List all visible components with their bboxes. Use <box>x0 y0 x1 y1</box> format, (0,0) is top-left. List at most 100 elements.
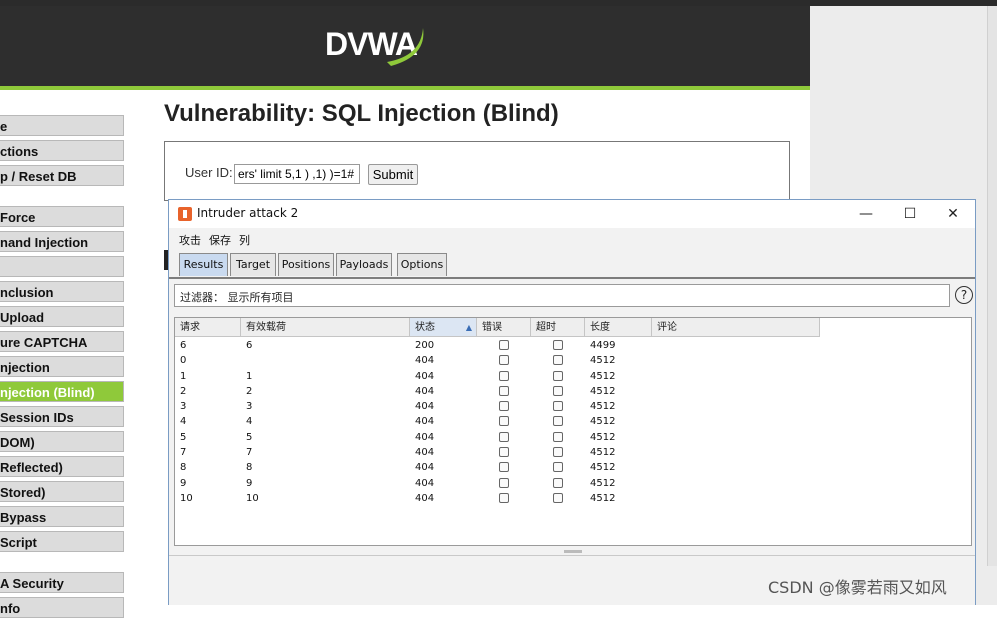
cell-request: 7 <box>180 447 187 459</box>
burp-app-icon <box>178 207 192 221</box>
timeout-checkbox <box>553 385 563 396</box>
user-id-label: User ID: <box>185 165 233 180</box>
tab-positions[interactable]: Positions <box>278 253 334 276</box>
timeout-checkbox <box>553 416 563 427</box>
col-length[interactable]: 长度 <box>585 318 652 337</box>
sidebar-item[interactable]: Stored) <box>0 481 124 502</box>
table-row[interactable]: 0 404 4512 <box>175 353 820 369</box>
sidebar-item[interactable]: Reflected) <box>0 456 124 477</box>
cell-payload: 5 <box>246 431 253 443</box>
error-checkbox <box>499 492 509 503</box>
cell-length: 4512 <box>590 416 616 428</box>
sidebar-item[interactable] <box>0 256 124 277</box>
minimize-icon[interactable]: — <box>856 204 876 224</box>
filter-bar[interactable]: 过滤器： 显示所有项目 <box>174 284 950 307</box>
error-checkbox <box>499 370 509 381</box>
window-titlebar[interactable]: Intruder attack 2 — ☐ ✕ <box>169 200 975 228</box>
sidebar-item[interactable]: njection <box>0 356 124 377</box>
cell-request: 6 <box>180 340 187 351</box>
sqli-form: User ID: Submit <box>164 141 790 201</box>
col-request[interactable]: 请求 <box>175 318 241 337</box>
submit-button[interactable]: Submit <box>368 164 418 185</box>
error-checkbox <box>499 355 509 366</box>
sidebar-item[interactable]: p / Reset DB <box>0 165 124 186</box>
sidebar-item[interactable]: Bypass <box>0 506 124 527</box>
col-status[interactable]: 状态 ▲ <box>410 318 477 337</box>
cell-status: 404 <box>415 477 435 489</box>
sidebar-item[interactable]: Script <box>0 531 124 552</box>
cell-length: 4512 <box>590 477 616 489</box>
timeout-checkbox <box>553 401 563 412</box>
col-error[interactable]: 错误 <box>477 318 531 337</box>
tab-target[interactable]: Target <box>230 253 276 276</box>
menu-columns[interactable]: 列 <box>239 232 250 248</box>
timeout-checkbox <box>553 431 563 442</box>
error-checkbox <box>499 431 509 442</box>
help-icon[interactable]: ? <box>955 286 973 304</box>
table-row[interactable]: 4 4 404 4512 <box>175 414 820 430</box>
sidebar-item[interactable]: Session IDs <box>0 406 124 427</box>
dvwa-logo: DVWA <box>325 16 424 72</box>
table-row[interactable]: 1 1 404 4512 <box>175 368 820 384</box>
table-row[interactable]: 5 5 404 4512 <box>175 429 820 446</box>
cell-length: 4512 <box>590 447 616 459</box>
cell-length: 4512 <box>590 431 616 443</box>
error-checkbox <box>499 340 509 350</box>
timeout-checkbox <box>553 370 563 381</box>
error-checkbox <box>499 401 509 412</box>
sidebar-item[interactable]: nfo <box>0 597 124 618</box>
timeout-checkbox <box>553 477 563 488</box>
cell-payload: 7 <box>246 447 253 459</box>
tab-divider <box>169 277 975 279</box>
table-row[interactable]: 6 6 200 4499 <box>175 338 820 354</box>
timeout-checkbox <box>553 492 563 503</box>
maximize-icon[interactable]: ☐ <box>900 204 920 224</box>
cell-payload: 8 <box>246 462 253 474</box>
sidebar-item[interactable]: Upload <box>0 306 124 327</box>
table-row[interactable]: 2 2 404 4512 <box>175 383 820 400</box>
cell-status: 404 <box>415 447 435 459</box>
cell-request: 0 <box>180 355 187 367</box>
cell-length: 4512 <box>590 370 616 382</box>
cell-status: 404 <box>415 462 435 474</box>
sidebar-item[interactable]: DOM) <box>0 431 124 452</box>
csdn-watermark: CSDN @像雾若雨又如风 <box>768 578 947 597</box>
cell-status: 404 <box>415 492 435 504</box>
sidebar-item[interactable]: Force <box>0 206 124 227</box>
table-row[interactable]: 3 3 404 4512 <box>175 399 820 415</box>
tab-options[interactable]: Options <box>397 253 447 276</box>
table-row[interactable]: 7 7 404 4512 <box>175 445 820 461</box>
menu-save[interactable]: 保存 <box>209 232 231 248</box>
error-checkbox <box>499 477 509 488</box>
menu-attack[interactable]: 攻击 <box>179 232 201 248</box>
close-icon[interactable]: ✕ <box>943 204 963 224</box>
sidebar-item[interactable]: njection (Blind) <box>0 381 124 402</box>
user-id-input[interactable] <box>234 164 360 184</box>
table-row[interactable]: 10 10 404 4512 <box>175 490 820 507</box>
table-row[interactable]: 9 9 404 4512 <box>175 475 820 491</box>
browser-scrollbar[interactable] <box>987 6 997 566</box>
col-payload[interactable]: 有效载荷 <box>241 318 410 337</box>
sidebar-item[interactable]: A Security <box>0 572 124 593</box>
col-timeout[interactable]: 超时 <box>531 318 585 337</box>
panel-splitter-handle[interactable] <box>564 550 582 553</box>
cell-length: 4499 <box>590 340 616 351</box>
sidebar-item[interactable]: nand Injection <box>0 231 124 252</box>
cell-length: 4512 <box>590 355 616 367</box>
cell-payload: 1 <box>246 370 253 382</box>
window-menubar: 攻击 保存 列 <box>169 228 975 250</box>
cell-request: 10 <box>180 492 193 504</box>
cell-payload: 9 <box>246 477 253 489</box>
page-title: Vulnerability: SQL Injection (Blind) <box>164 100 559 127</box>
error-checkbox <box>499 416 509 427</box>
sidebar-item[interactable]: ure CAPTCHA <box>0 331 124 352</box>
tab-payloads[interactable]: Payloads <box>336 253 392 276</box>
col-comment[interactable]: 评论 <box>652 318 820 337</box>
sidebar-item[interactable]: ctions <box>0 140 124 161</box>
table-row[interactable]: 8 8 404 4512 <box>175 460 820 476</box>
sidebar-item[interactable]: nclusion <box>0 281 124 302</box>
tab-results[interactable]: Results <box>179 253 228 276</box>
sidebar-item[interactable]: e <box>0 115 124 136</box>
timeout-checkbox <box>553 355 563 366</box>
